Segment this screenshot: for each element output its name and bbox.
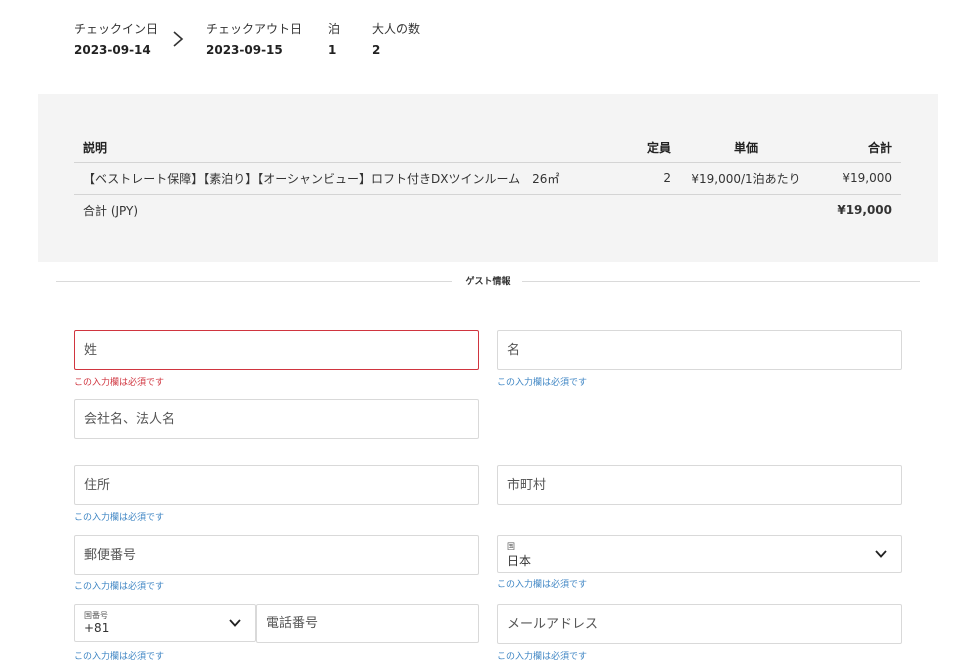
room-total: ¥19,000 xyxy=(821,162,901,195)
last-name-required-message: この入力欄は必須です xyxy=(74,378,165,388)
postal-code-input[interactable] xyxy=(75,536,478,574)
guest-info-divider: ゲスト情報 xyxy=(56,273,920,289)
country-required-message: この入力欄は必須です xyxy=(497,580,588,590)
grand-total-row: 合計 (JPY) ¥19,000 xyxy=(74,194,901,226)
city-input[interactable] xyxy=(498,466,901,504)
email-input[interactable] xyxy=(498,605,901,643)
phone-required-message: この入力欄は必須です xyxy=(74,652,165,662)
last-name-field[interactable] xyxy=(74,330,479,370)
nights-value: 1 xyxy=(328,43,337,57)
adults-group: 大人の数 2 xyxy=(372,20,420,59)
price-table-header-row: 説明 定員 単価 合計 xyxy=(74,134,901,163)
header-total: 合計 xyxy=(821,134,901,163)
price-table: 説明 定員 単価 合計 【ベストレート保障】【素泊り】【オーシャンビュー】ロフト… xyxy=(74,134,901,226)
country-label: 国 xyxy=(507,542,515,551)
address-input[interactable] xyxy=(75,466,478,504)
company-input[interactable] xyxy=(75,400,478,438)
email-field[interactable] xyxy=(497,604,902,644)
adults-label: 大人の数 xyxy=(372,22,421,36)
phone-input[interactable] xyxy=(257,605,478,642)
chevron-down-icon[interactable] xyxy=(875,550,887,558)
checkout-group: チェックアウト日 2023-09-15 xyxy=(206,20,302,59)
country-code-value: +81 xyxy=(84,621,110,635)
country-code-label: 国番号 xyxy=(84,611,108,620)
header-capacity: 定員 xyxy=(611,134,671,163)
checkin-group: チェックイン日 2023-09-14 xyxy=(74,20,158,59)
phone-field[interactable] xyxy=(256,604,479,643)
table-row: 【ベストレート保障】【素泊り】【オーシャンビュー】ロフト付きDXツインルーム 2… xyxy=(74,162,901,195)
nights-group: 泊 1 xyxy=(328,20,340,59)
country-code-select[interactable]: 国番号 +81 xyxy=(74,604,256,642)
room-capacity: 2 xyxy=(611,162,671,195)
header-description: 説明 xyxy=(74,134,611,163)
chevron-right-icon xyxy=(173,31,184,47)
room-unit-price: ¥19,000/1泊あたり xyxy=(671,162,821,195)
grand-total-value: ¥19,000 xyxy=(837,203,892,218)
adults-value: 2 xyxy=(372,43,381,57)
header-unit-price: 単価 xyxy=(671,134,821,163)
chevron-down-icon[interactable] xyxy=(229,619,241,627)
country-select[interactable]: 国 日本 xyxy=(497,535,902,573)
last-name-input[interactable] xyxy=(75,331,478,369)
first-name-input[interactable] xyxy=(498,331,901,369)
postal-code-required-message: この入力欄は必須です xyxy=(74,582,165,592)
postal-code-field[interactable] xyxy=(74,535,479,575)
checkin-value: 2023-09-14 xyxy=(74,43,151,57)
first-name-field[interactable] xyxy=(497,330,902,370)
grand-total-label: 合計 (JPY) xyxy=(83,203,139,218)
nights-label: 泊 xyxy=(328,22,341,36)
guest-info-title: ゲスト情報 xyxy=(456,277,520,287)
city-field[interactable] xyxy=(497,465,902,505)
price-summary-panel: 説明 定員 単価 合計 【ベストレート保障】【素泊り】【オーシャンビュー】ロフト… xyxy=(38,94,938,262)
checkout-label: チェックアウト日 xyxy=(206,22,303,36)
company-field[interactable] xyxy=(74,399,479,439)
address-field[interactable] xyxy=(74,465,479,505)
country-value: 日本 xyxy=(507,554,532,568)
address-required-message: この入力欄は必須です xyxy=(74,513,165,523)
checkout-value: 2023-09-15 xyxy=(206,43,283,57)
first-name-required-message: この入力欄は必須です xyxy=(497,378,588,388)
email-required-message: この入力欄は必須です xyxy=(497,652,588,662)
checkin-label: チェックイン日 xyxy=(74,22,159,36)
room-description: 【ベストレート保障】【素泊り】【オーシャンビュー】ロフト付きDXツインルーム 2… xyxy=(74,162,611,195)
